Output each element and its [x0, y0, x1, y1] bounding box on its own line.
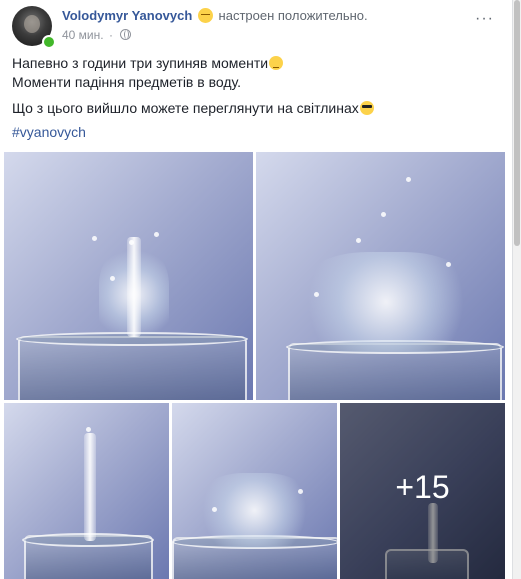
photo-3[interactable] [4, 403, 169, 579]
globe-icon[interactable] [120, 29, 132, 40]
scrollbar[interactable] [513, 0, 521, 579]
ellipsis-icon[interactable]: ··· [475, 10, 494, 28]
smirk-emoji-icon [269, 56, 284, 70]
post-text-line-2: Моменти падіння предметів в воду. [12, 74, 242, 90]
author-name[interactable]: Volodymyr Yanovych [62, 8, 192, 23]
hashtag-link[interactable]: #vyanovych [12, 123, 86, 142]
post-text-line-1: Напевно з години три зупиняв моменти [12, 55, 269, 71]
relieved-emoji-icon [197, 8, 213, 23]
post-header: Volodymyr Yanovych настроен положительно… [12, 6, 500, 49]
photo-5-more[interactable]: +15 [340, 403, 505, 579]
scrollbar-thumb[interactable] [514, 0, 520, 246]
post-timestamp[interactable]: 40 мин. [62, 28, 104, 42]
post-meta: 40 мин. · [62, 28, 132, 42]
post-text: Напевно з години три зупиняв моменти Мом… [12, 54, 492, 142]
post-text-line-3: Що з цього вийшло можете переглянути на … [12, 100, 359, 116]
online-status-dot [42, 35, 56, 49]
photo-1[interactable] [4, 152, 253, 400]
feeling-text: настроен положительно. [218, 8, 368, 23]
post-title-line: Volodymyr Yanovych настроен положительно… [62, 8, 368, 23]
sunglasses-emoji-icon [359, 101, 374, 115]
more-photos-count: +15 [395, 469, 450, 505]
feed-post: Volodymyr Yanovych настроен положительно… [0, 0, 513, 579]
photo-4[interactable] [172, 403, 337, 579]
photo-2[interactable] [256, 152, 505, 400]
